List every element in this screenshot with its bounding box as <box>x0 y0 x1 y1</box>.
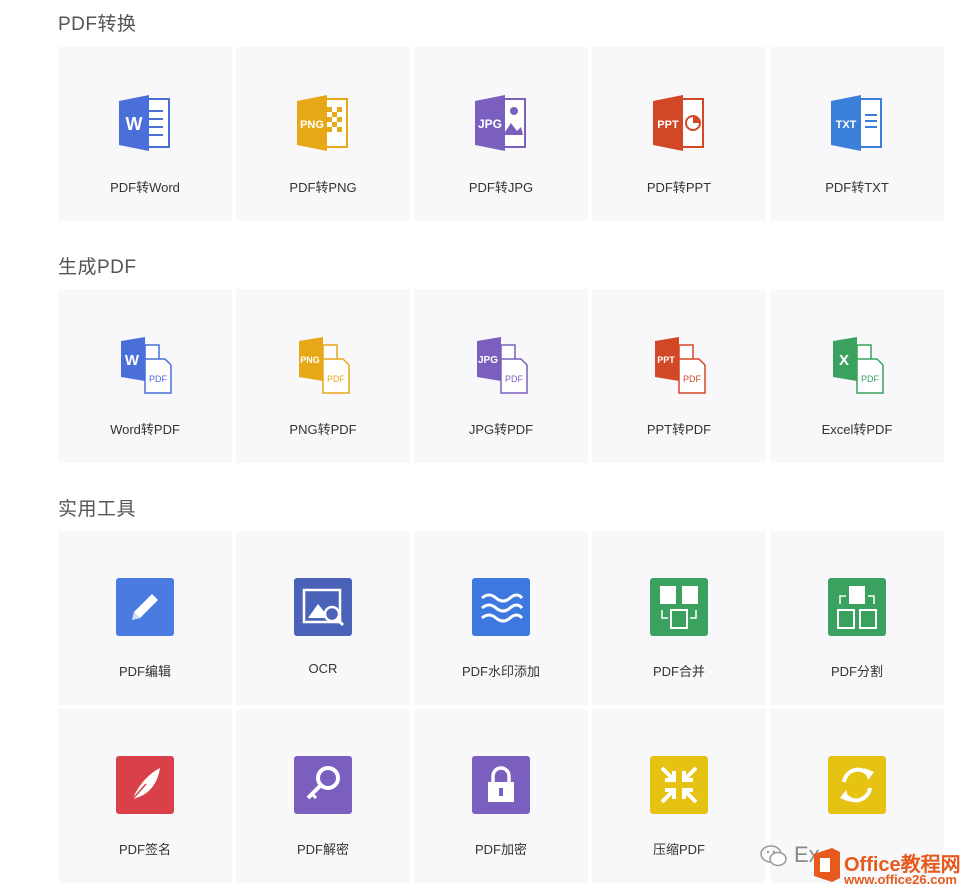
tile-label: 压缩PDF <box>652 842 705 857</box>
office-logo-icon <box>814 848 840 882</box>
tile-label: PDF转Word <box>110 180 180 195</box>
tile-pdf-compress[interactable]: 压缩PDF <box>592 709 766 883</box>
tile-label: PDF分割 <box>830 664 883 679</box>
pencil-icon <box>113 575 177 639</box>
tile-label: Word转PDF <box>110 422 180 437</box>
ppt-doc-icon: PPT <box>647 91 711 155</box>
tile-label: PPT转PDF <box>646 422 712 437</box>
svg-text:W: W <box>125 352 140 369</box>
svg-text:PDF: PDF <box>683 374 702 384</box>
tile-pdf-to-png[interactable]: PNG PDF转PNG <box>236 47 410 221</box>
excel-to-pdf-icon: X PDF <box>825 333 889 397</box>
word-to-pdf-icon: W PDF <box>113 333 177 397</box>
tile-label: OCR <box>308 661 338 676</box>
section-title-pdf-convert: PDF转换 <box>58 14 137 35</box>
feather-icon <box>113 753 177 817</box>
tile-pdf-decrypt[interactable]: PDF解密 <box>236 709 410 883</box>
watermark-overlay: Ex Office教程网 www.office26.com <box>756 832 976 893</box>
ppt-to-pdf-icon: PPT PDF <box>647 333 711 397</box>
tile-label: PDF转PNG <box>289 180 357 195</box>
merge-icon <box>647 575 711 639</box>
lock-icon <box>469 753 533 817</box>
svg-text:PDF: PDF <box>327 374 346 384</box>
tile-pdf-merge[interactable]: PDF合并 <box>592 531 766 705</box>
image-search-icon <box>291 575 355 639</box>
section-title-tools: 实用工具 <box>58 499 137 520</box>
tile-label: JPG转PDF <box>468 422 534 437</box>
key-icon <box>291 753 355 817</box>
split-icon <box>825 575 889 639</box>
tile-pdf-encrypt[interactable]: PDF加密 <box>414 709 588 883</box>
png-to-pdf-icon: PNG PDF <box>291 333 355 397</box>
svg-text:W: W <box>126 114 143 134</box>
tile-label: PDF加密 <box>474 842 527 857</box>
watermark-url: www.office26.com <box>844 872 957 887</box>
tile-label: PDF合并 <box>652 664 705 679</box>
tile-pdf-to-txt[interactable]: TXT PDF转TXT <box>770 47 944 221</box>
svg-text:JPG: JPG <box>478 117 502 131</box>
tile-word-to-pdf[interactable]: W PDF Word转PDF <box>58 289 232 463</box>
png-doc-icon: PNG <box>291 91 355 155</box>
svg-text:PDF: PDF <box>505 374 524 384</box>
tile-label: PNG转PDF <box>289 422 357 437</box>
tile-pdf-watermark[interactable]: PDF水印添加 <box>414 531 588 705</box>
tile-label: PDF编辑 <box>118 664 171 679</box>
tile-label: PDF解密 <box>296 842 349 857</box>
wechat-icon <box>760 845 787 867</box>
tile-label: PDF水印添加 <box>461 664 540 679</box>
svg-text:JPG: JPG <box>478 355 498 366</box>
tools-grid-row1: PDF编辑 OCR PDF水印添加 PDF合并 PDF分割 <box>58 531 944 705</box>
tile-jpg-to-pdf[interactable]: JPG PDF JPG转PDF <box>414 289 588 463</box>
svg-text:PPT: PPT <box>657 119 679 131</box>
pdf-convert-grid: W PDF转Word PNG PDF转PNG JPG PDF转JPG PPT P… <box>58 47 944 221</box>
svg-text:TXT: TXT <box>836 119 857 131</box>
make-pdf-grid: W PDF Word转PDF PNG PDF PNG转PDF JPG PDF J… <box>58 289 944 463</box>
tile-label: PDF转PPT <box>646 180 712 195</box>
svg-text:PNG: PNG <box>300 119 324 131</box>
svg-text:PDF: PDF <box>149 374 168 384</box>
tile-ppt-to-pdf[interactable]: PPT PDF PPT转PDF <box>592 289 766 463</box>
txt-doc-icon: TXT <box>825 91 889 155</box>
section-title-make-pdf: 生成PDF <box>58 257 137 278</box>
sync-icon <box>825 753 889 817</box>
tile-label: PDF签名 <box>118 842 171 857</box>
tile-pdf-to-word[interactable]: W PDF转Word <box>58 47 232 221</box>
tile-pdf-edit[interactable]: PDF编辑 <box>58 531 232 705</box>
tile-pdf-split[interactable]: PDF分割 <box>770 531 944 705</box>
svg-text:PDF: PDF <box>861 374 880 384</box>
tile-excel-to-pdf[interactable]: X PDF Excel转PDF <box>770 289 944 463</box>
tile-pdf-to-ppt[interactable]: PPT PDF转PPT <box>592 47 766 221</box>
svg-text:PNG: PNG <box>300 355 320 365</box>
jpg-to-pdf-icon: JPG PDF <box>469 333 533 397</box>
compress-icon <box>647 753 711 817</box>
word-doc-icon: W <box>113 91 177 155</box>
tile-pdf-sign[interactable]: PDF签名 <box>58 709 232 883</box>
tile-label: PDF转TXT <box>825 180 889 195</box>
tile-pdf-to-jpg[interactable]: JPG PDF转JPG <box>414 47 588 221</box>
tile-label: PDF转JPG <box>468 180 534 195</box>
waves-icon <box>469 575 533 639</box>
svg-text:PPT: PPT <box>657 355 675 365</box>
tile-png-to-pdf[interactable]: PNG PDF PNG转PDF <box>236 289 410 463</box>
jpg-doc-icon: JPG <box>469 91 533 155</box>
tile-label: Excel转PDF <box>821 422 893 437</box>
tile-ocr[interactable]: OCR <box>236 531 410 705</box>
svg-text:X: X <box>839 352 849 369</box>
